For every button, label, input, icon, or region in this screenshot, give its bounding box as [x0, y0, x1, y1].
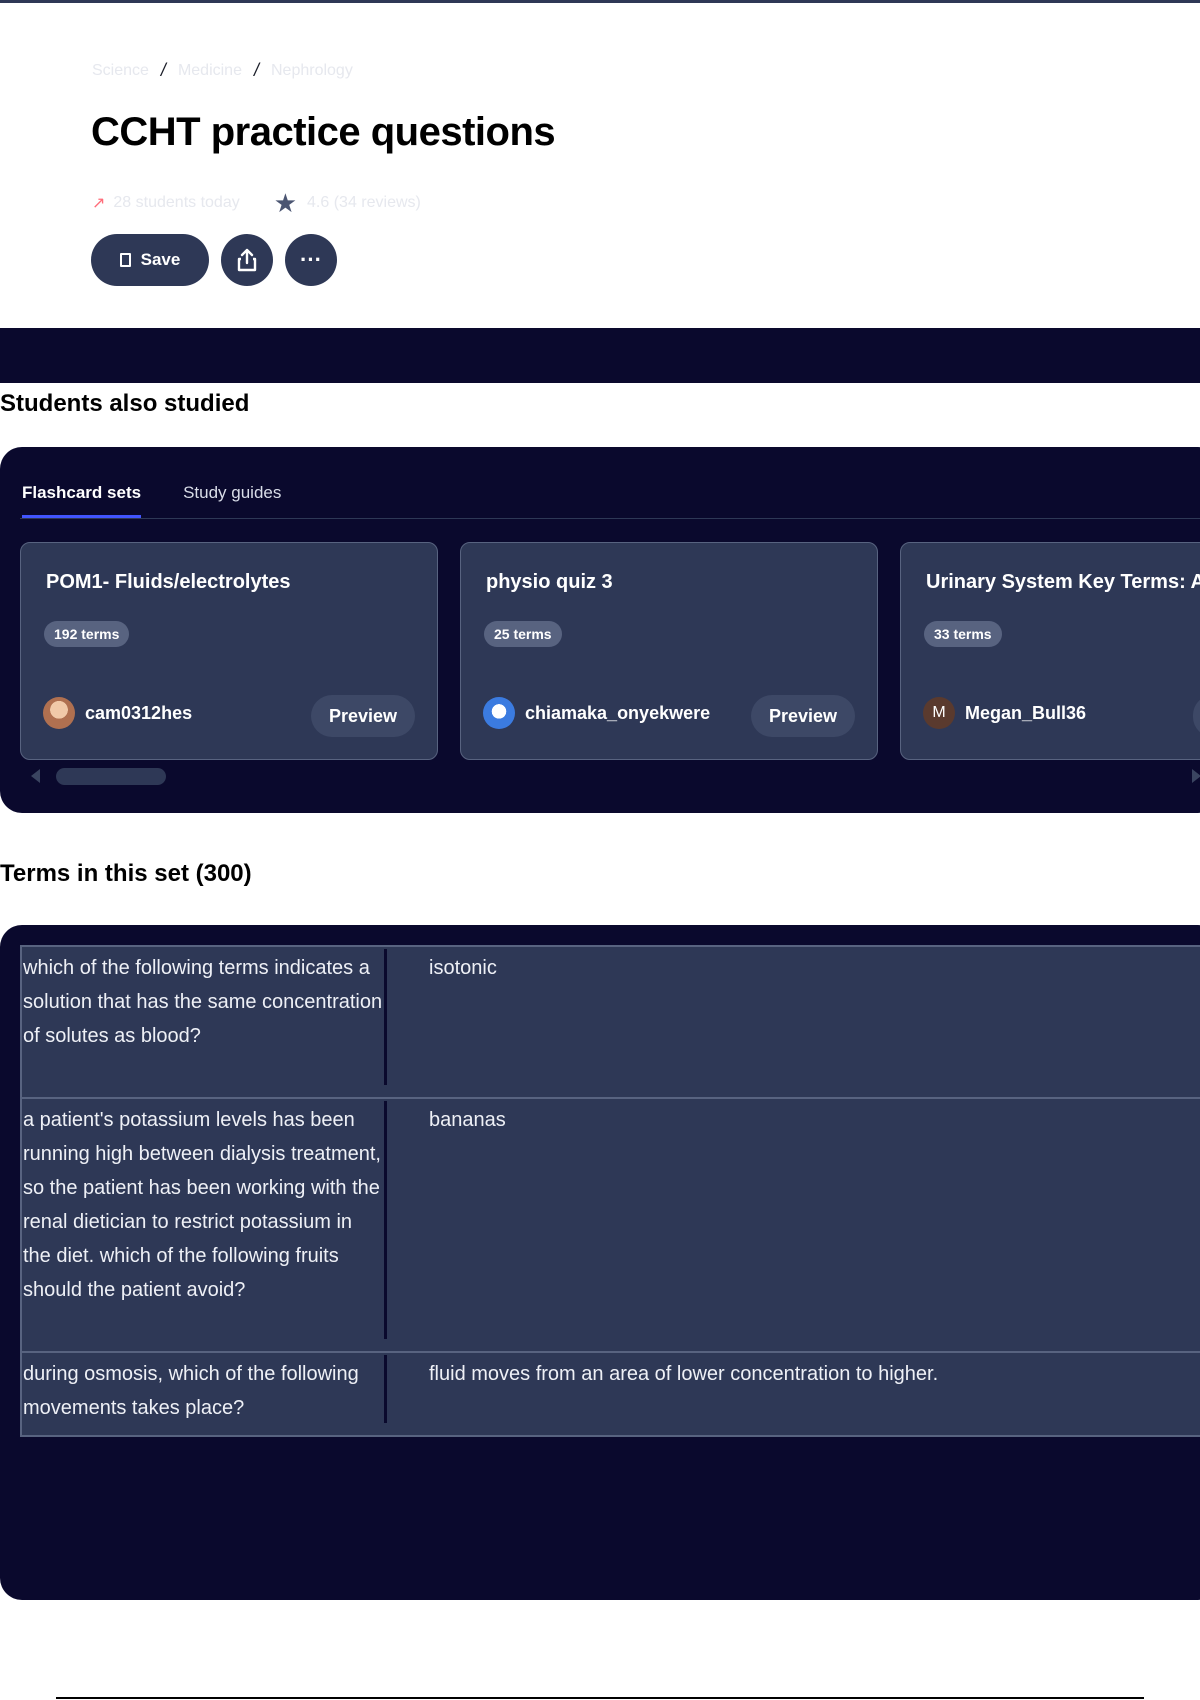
share-button[interactable]: [221, 234, 273, 286]
trending-icon: ↗: [92, 195, 106, 212]
tabs-divider: [20, 518, 1200, 519]
term-answer: isotonic: [429, 957, 497, 979]
preview-button[interactable]: [1193, 695, 1200, 737]
term-question: a patient's potassium levels has been ru…: [23, 1109, 381, 1301]
save-button[interactable]: Save: [91, 234, 209, 286]
breadcrumb-item-medicine[interactable]: Medicine: [178, 62, 242, 80]
term-question: during osmosis, which of the following m…: [23, 1363, 359, 1419]
table-row: a patient's potassium levels has been ru…: [20, 1097, 1200, 1353]
set-card[interactable]: Urinary System Key Terms: A 33 terms M M…: [900, 542, 1200, 760]
set-card-title: physio quiz 3: [486, 571, 613, 593]
set-card-username[interactable]: chiamaka_onyekwere: [525, 703, 710, 724]
set-stats: ↗ 28 students today ★ 4.6 (34 reviews): [92, 190, 421, 216]
horizontal-scrollbar-thumb[interactable]: [56, 768, 166, 785]
top-border: [0, 0, 1200, 3]
terms-count-badge: 25 terms: [484, 621, 562, 647]
table-row: during osmosis, which of the following m…: [20, 1351, 1200, 1437]
terms-list-panel: which of the following terms indicates a…: [0, 925, 1200, 1600]
students-today: 28 students today: [113, 194, 240, 211]
preview-button[interactable]: Preview: [311, 695, 415, 737]
bookmark-icon: [119, 253, 131, 267]
term-answer: fluid moves from an area of lower concen…: [429, 1363, 939, 1385]
rating-text[interactable]: 4.6 (34 reviews): [307, 194, 421, 212]
breadcrumb-separator: /: [160, 60, 166, 80]
footer-divider: [56, 1697, 1144, 1699]
students-also-studied-heading: Students also studied: [0, 390, 250, 417]
terms-count-badge: 192 terms: [44, 621, 130, 647]
scroll-left-arrow[interactable]: [31, 769, 40, 783]
term-question: which of the following terms indicates a…: [23, 957, 383, 1047]
set-card-username[interactable]: Megan_Bull36: [965, 703, 1086, 724]
related-tabs: Flashcard sets Study guides: [22, 483, 281, 518]
action-buttons: Save ···: [91, 234, 337, 286]
set-card-title: Urinary System Key Terms: A: [926, 571, 1200, 593]
preview-button[interactable]: Preview: [751, 695, 855, 737]
set-card[interactable]: POM1- Fluids/electrolytes 192 terms cam0…: [20, 542, 438, 760]
share-icon: [237, 248, 257, 272]
row-divider: [384, 1355, 387, 1423]
scroll-right-arrow[interactable]: [1192, 769, 1200, 783]
star-icon: ★: [273, 188, 298, 218]
avatar: [483, 697, 515, 729]
set-card-username[interactable]: cam0312hes: [85, 703, 192, 724]
set-card-title: POM1- Fluids/electrolytes: [46, 571, 291, 593]
table-row: which of the following terms indicates a…: [20, 945, 1200, 1099]
avatar: [43, 697, 75, 729]
related-sets-panel: Flashcard sets Study guides POM1- Fluids…: [0, 447, 1200, 813]
more-icon: ···: [300, 247, 322, 272]
tab-flashcard-sets[interactable]: Flashcard sets: [22, 483, 142, 518]
breadcrumb: Science / Medicine / Nephrology: [92, 60, 353, 81]
set-card[interactable]: physio quiz 3 25 terms chiamaka_onyekwer…: [460, 542, 878, 760]
breadcrumb-item-science[interactable]: Science: [92, 62, 149, 80]
row-divider: [384, 1101, 387, 1339]
avatar: M: [923, 697, 955, 729]
term-answer: bananas: [429, 1109, 506, 1131]
save-label: Save: [140, 250, 181, 269]
dark-banner: [0, 328, 1200, 383]
terms-count-badge: 33 terms: [924, 621, 1002, 647]
more-options-button[interactable]: ···: [285, 234, 337, 286]
page-title: CCHT practice questions: [91, 110, 556, 154]
breadcrumb-separator: /: [253, 60, 259, 80]
row-divider: [384, 949, 387, 1085]
tab-study-guides[interactable]: Study guides: [183, 483, 281, 518]
terms-in-set-heading: Terms in this set (300): [0, 860, 252, 887]
breadcrumb-item-nephrology[interactable]: Nephrology: [271, 62, 353, 80]
